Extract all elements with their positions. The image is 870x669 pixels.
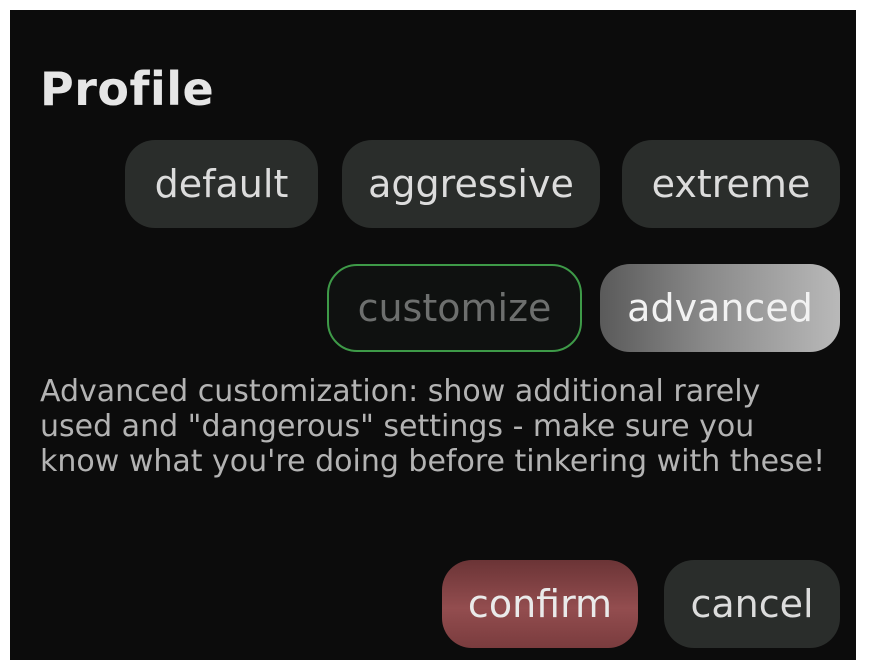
customize-button[interactable]: customize: [327, 264, 582, 352]
extreme-profile-button[interactable]: extreme: [622, 140, 840, 228]
advanced-button[interactable]: advanced: [600, 264, 840, 352]
dialog-title: Profile: [40, 62, 215, 116]
profile-dialog: Profile default aggressive extreme custo…: [10, 10, 856, 660]
aggressive-profile-button[interactable]: aggressive: [342, 140, 600, 228]
cancel-button[interactable]: cancel: [664, 560, 840, 648]
confirm-button[interactable]: confirm: [442, 560, 638, 648]
default-profile-button[interactable]: default: [125, 140, 318, 228]
advanced-description: Advanced customization: show additional …: [40, 374, 826, 479]
